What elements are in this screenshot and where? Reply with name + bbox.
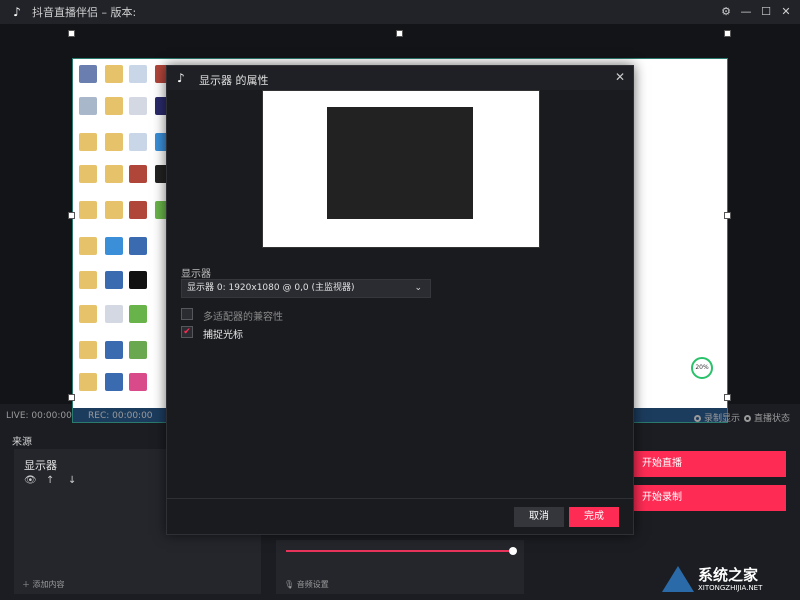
maximize-icon[interactable]: ☐ <box>756 0 776 24</box>
resize-handle[interactable] <box>724 212 731 219</box>
resize-handle[interactable] <box>68 30 75 37</box>
multi-adapter-label: 多适配器的兼容性 <box>203 312 283 323</box>
watermark: 系统之家 XITONGZHIJIA.NET <box>660 560 800 600</box>
arrow-down-icon[interactable]: ↓ <box>68 475 76 486</box>
microphone-icon: 🎙 <box>284 580 295 589</box>
volume-slider-track[interactable] <box>286 550 514 552</box>
nested-preview-window <box>327 107 473 219</box>
dialog-footer: 取消 完成 <box>167 498 633 534</box>
folder-icon <box>105 201 123 219</box>
folder-icon <box>79 373 97 391</box>
house-logo-icon <box>662 566 694 592</box>
resize-handle[interactable] <box>724 394 731 401</box>
folder-icon <box>105 97 123 115</box>
word-icon <box>129 237 147 255</box>
audio-panel: 🎙 音频设置 <box>276 540 524 594</box>
dialog-title-bar: ♪ 显示器 的属性 ✕ <box>167 66 633 90</box>
minimize-icon[interactable]: — <box>736 0 756 24</box>
properties-dialog: ♪ 显示器 的属性 ✕ 显示器 显示器 0: 1920x1080 @ 0,0 (… <box>166 65 634 535</box>
multi-adapter-checkbox[interactable] <box>181 308 193 320</box>
app-icon <box>129 305 147 323</box>
resize-handle[interactable] <box>68 212 75 219</box>
recycle-icon <box>79 97 97 115</box>
file-icon <box>129 97 147 115</box>
file-icon <box>129 133 147 151</box>
folder-icon <box>79 237 97 255</box>
sources-heading: 来源 <box>12 437 32 448</box>
watermark-subtext: XITONGZHIJIA.NET <box>698 584 763 592</box>
watermark-text: 系统之家 <box>698 566 759 584</box>
volume-slider-knob[interactable] <box>509 547 517 555</box>
resize-handle[interactable] <box>68 394 75 401</box>
monitor-select[interactable]: 显示器 0: 1920x1080 @ 0,0 (主监视器) ⌄ <box>181 279 431 298</box>
start-live-button[interactable]: 开始直播 <box>632 451 786 477</box>
toggle-live-status[interactable]: 直播状态 <box>744 411 790 424</box>
folder-icon <box>79 271 97 289</box>
title-bar: ♪ 抖音直播伴侣 – 版本: ⚙ — ☐ ✕ <box>0 0 800 24</box>
ie-icon <box>105 237 123 255</box>
start-record-button[interactable]: 开始录制 <box>632 485 786 511</box>
douyin-logo-icon: ♪ <box>13 5 21 19</box>
rec-timer: REC: 00:00:00 <box>88 411 153 421</box>
add-content-button[interactable]: ＋ 添加内容 <box>22 579 65 590</box>
monitor-field-label: 显示器 <box>181 269 211 280</box>
folder-icon <box>79 305 97 323</box>
folder-icon <box>105 65 123 83</box>
chevron-down-icon: ⌄ <box>414 283 422 293</box>
dialog-close-icon[interactable]: ✕ <box>615 70 625 84</box>
done-button[interactable]: 完成 <box>569 507 619 527</box>
audio-settings-button[interactable]: 🎙 音频设置 <box>284 579 329 590</box>
toggle-record-display[interactable]: 录制显示 <box>694 411 740 424</box>
app-title: 抖音直播伴侣 – 版本: <box>32 6 137 19</box>
app-window: ♪ 抖音直播伴侣 – 版本: ⚙ — ☐ ✕ 20% LIVE: 00:00:0… <box>0 0 800 600</box>
source-item-monitor[interactable]: 显示器 <box>24 457 57 473</box>
folder-icon <box>79 165 97 183</box>
file-icon <box>105 305 123 323</box>
word-icon <box>105 373 123 391</box>
eye-icon[interactable]: 👁 <box>24 475 37 486</box>
cancel-button[interactable]: 取消 <box>514 507 564 527</box>
arrow-up-icon[interactable]: ↑ <box>46 475 54 486</box>
folder-icon <box>79 341 97 359</box>
dialog-preview <box>262 90 540 248</box>
folder-icon <box>79 201 97 219</box>
close-icon[interactable]: ✕ <box>776 0 796 24</box>
folder-icon <box>105 133 123 151</box>
folder-icon <box>79 133 97 151</box>
gear-icon[interactable]: ⚙ <box>716 0 736 24</box>
radio-icon <box>694 415 701 422</box>
performance-badge: 20% <box>691 357 713 379</box>
capture-cursor-label: 捕捉光标 <box>203 330 243 341</box>
word-icon <box>105 341 123 359</box>
douyin-logo-icon: ♪ <box>177 71 185 85</box>
folder-icon <box>105 165 123 183</box>
file-icon <box>129 65 147 83</box>
live-timer: LIVE: 00:00:00 <box>6 411 72 421</box>
app-icon <box>129 373 147 391</box>
archive-icon <box>129 201 147 219</box>
radio-icon <box>744 415 751 422</box>
app-icon <box>129 341 147 359</box>
capture-cursor-checkbox[interactable]: ✔ <box>181 326 193 338</box>
monitor-icon <box>105 271 123 289</box>
archive-icon <box>129 165 147 183</box>
resize-handle[interactable] <box>396 30 403 37</box>
resize-handle[interactable] <box>724 30 731 37</box>
qq-icon <box>129 271 147 289</box>
computer-icon <box>79 65 97 83</box>
dialog-title: 显示器 的属性 <box>199 74 269 87</box>
